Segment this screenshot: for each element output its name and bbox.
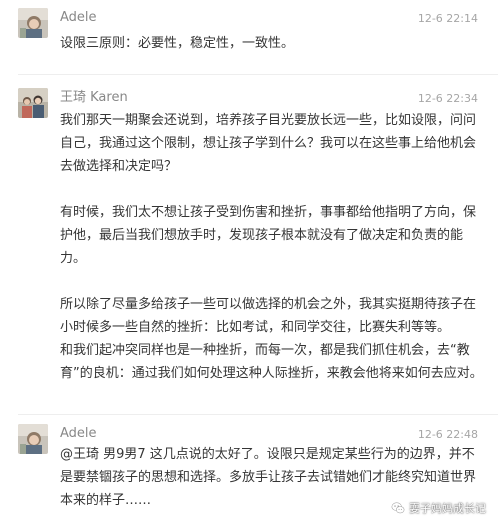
comment-time: 12-6 22:48 bbox=[417, 428, 478, 441]
watermark: 耍子妈妈成长记 bbox=[391, 500, 486, 516]
comment-text: 设限三原则：必要性，稳定性，一致性。 bbox=[60, 32, 484, 55]
comment-paragraph: 和我们起冲突同样也是一种挫折，而每一次，都是我们抓住机会，去“教育”的良机：通过… bbox=[60, 343, 483, 381]
avatar[interactable] bbox=[18, 424, 48, 454]
child-photo-avatar-icon bbox=[18, 424, 48, 454]
watermark-label: 耍子妈妈成长记 bbox=[409, 502, 486, 515]
comment-paragraph: 有时候，我们太不想让孩子受到伤害和挫折，事事都给他指明了方向，保护他，最后当我们… bbox=[60, 205, 477, 266]
comment-author[interactable]: Adele bbox=[60, 426, 97, 442]
comment-text: 我们那天一期聚会还说到，培养孩子目光要放长远一些，比如设限，问问自己，我通过这个… bbox=[60, 109, 484, 385]
comment-paragraph: 我们那天一期聚会还说到，培养孩子目光要放长远一些，比如设限，问问自己，我通过这个… bbox=[60, 113, 477, 174]
comment-time: 12-6 22:34 bbox=[417, 92, 478, 105]
comment-author[interactable]: 王琦 Karen bbox=[60, 90, 128, 106]
wechat-bubble-icon bbox=[391, 502, 405, 514]
comment-time: 12-6 22:14 bbox=[417, 12, 478, 25]
comment-paragraph: 所以除了尽量多给孩子一些可以做选择的机会之外，我其实挺期待孩子在小时候多一些自然… bbox=[60, 297, 477, 335]
comment-paragraph: 设限三原则：必要性，稳定性，一致性。 bbox=[60, 36, 295, 51]
comment-author[interactable]: Adele bbox=[60, 10, 97, 26]
family-photo-avatar-icon bbox=[18, 88, 48, 118]
avatar[interactable] bbox=[18, 88, 48, 118]
avatar[interactable] bbox=[18, 8, 48, 38]
divider bbox=[18, 414, 498, 415]
divider bbox=[18, 74, 498, 75]
child-photo-avatar-icon bbox=[18, 8, 48, 38]
